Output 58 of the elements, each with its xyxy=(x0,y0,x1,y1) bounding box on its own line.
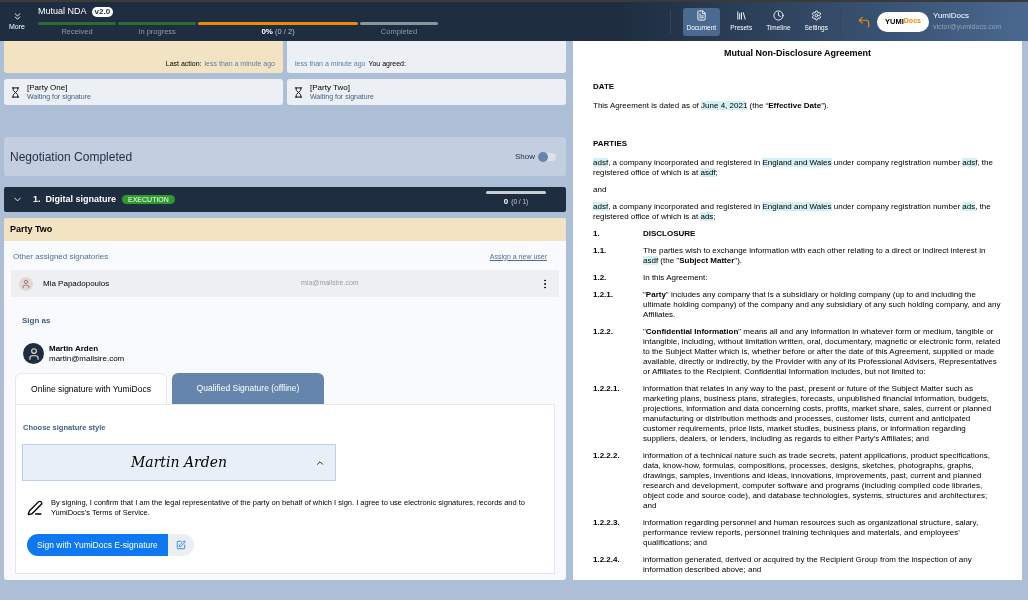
party-panel-title: Party Two xyxy=(10,222,53,236)
avatar-icon xyxy=(19,276,33,291)
hourglass-icon xyxy=(10,86,21,98)
clause-text: information that relates in any way to the past, present or future of the Subject Matter such as marketing plans, business plans, strategies, forecasts, unpublished financial information, budgets, projections, information and data concerning costs, profits, market share, sales, current or planned manufacturing or distribution methods and processes, customer lists, current and anticipated customer requirements, price lists, market studies, business plans, or information regarding suppliers, dealers, or lenders, including as regards to either Party's Affiliates; and xyxy=(643,383,993,444)
section-label: Other assigned signatories xyxy=(13,251,109,263)
clause-text: information regarding personnel and human resources such as organizational structure, salary, performance review reports, personnel training techniques and materials, and employees' qualifications; and xyxy=(643,517,980,548)
books-icon xyxy=(735,10,747,22)
signatory-name: Mia Papadopoulos xyxy=(43,277,111,290)
document-icon xyxy=(695,10,707,22)
show-toggle[interactable] xyxy=(538,152,556,161)
signature-tab[interactable]: Qualified Signature (offline) xyxy=(172,373,324,404)
signature-style-select[interactable]: Martin Arden xyxy=(22,444,336,482)
clause-text: information of a technical nature such as trade secrets, patent applications, product specifications, data, know-how, formulas, compositions, processes, designs, sketches, photographs, graphs, drawings, samples, inventions and ideas, innovations, improvements, past, current and planned research and development, computer software and programs (including compiled code libraries, object code and source code), and database technologies, systems, structures and architectures; and xyxy=(643,450,991,511)
document-title: Mutual NDA xyxy=(38,4,87,18)
signer-name: Martin Arden xyxy=(49,343,100,354)
party-name: [Party Two] xyxy=(310,83,351,92)
clock-icon xyxy=(772,10,784,22)
clause-text: The parties wish to exchange information with each other relating to a direct or indirect interest in asdf (the "Subject Matter"). xyxy=(643,245,987,266)
document-title: Mutual Non-Disclosure Agreement xyxy=(722,47,873,60)
clause-number: 1.2.1. xyxy=(593,289,614,301)
clause-text: DISCLOSURE xyxy=(643,228,696,239)
clause-number: 1. xyxy=(593,228,601,239)
section-heading: PARTIES xyxy=(593,137,629,150)
clause-number: 1.2.2.3. xyxy=(593,517,621,529)
party-name: [Party One] xyxy=(27,83,69,92)
sign-button[interactable]: Sign with YumiDocs E-signature xyxy=(27,534,168,557)
step-title: Digital signature xyxy=(45,192,117,206)
clause-text: information generated, derived or acquired by the Recipient Group from the inspection of any information described above; and xyxy=(643,554,973,575)
pen-signature-icon xyxy=(27,499,43,516)
clause-number: 1.2.2.4. xyxy=(593,554,621,566)
clause-text: "Confidential Information" means all and any information in whatever form or medium, tangible or intangible, including, without limitation written, oral, documentary, magnetic or electronic form, related to the Subject Matter which is, whether before or after the date of this Agreement, supplied or made available, directly or indirectly, by the Provider with any of its Professional Advisers, Representatives or Affiliates to the Recipient. Confidential Information includes, but not limited to: xyxy=(643,326,1002,377)
edit-icon xyxy=(175,540,186,551)
clause-text: "Party" includes any company that is a subsidiary or holding company (up to and including the ultimate holding company) of the company and any subsidiary of any such holding company, and any Affiliates. xyxy=(643,289,1002,320)
clause-number: 1.2.2.1. xyxy=(593,383,621,395)
document-paragraph: and xyxy=(593,184,608,195)
toggle-label: Show xyxy=(515,150,535,163)
version-badge: v2.0 xyxy=(91,6,114,17)
signature-tab[interactable]: Online signature with YumiDocs xyxy=(15,373,167,404)
clause-number: 1.1. xyxy=(593,245,608,257)
gear-icon xyxy=(810,10,822,22)
step-number: 1. xyxy=(33,192,41,206)
avatar-icon xyxy=(23,343,44,364)
hourglass-icon xyxy=(293,86,304,98)
document-paragraph: This Agreement is dated as of June 4, 2021 (the “Effective Date”). xyxy=(593,100,830,111)
user-name: YumiDocs xyxy=(933,10,970,23)
clause-text: In this Agreement: xyxy=(643,272,708,283)
section-heading: DATE xyxy=(593,80,616,93)
negotiation-title: Negotiation Completed xyxy=(10,148,133,166)
step-count: 0 xyxy=(503,196,509,208)
clause-number: 1.2.2. xyxy=(593,326,614,338)
signer-email: martin@mailsire.com xyxy=(49,353,125,364)
sign-as-label: Sign as xyxy=(22,315,52,327)
edit-signature-button[interactable] xyxy=(167,534,194,557)
clause-number: 1.2. xyxy=(593,272,608,283)
back-arrow-icon[interactable] xyxy=(857,14,871,29)
document-paragraph: adsf, a company incorporated and registered in England and Wales under company registration number ads, the registered office of which is at ads; xyxy=(593,201,992,222)
document-paragraph: adsf, a company incorporated and registered in England and Wales under company registration number adsf, the registered office of which is at asdf; xyxy=(593,157,994,178)
clause-number: 1.2.2.2. xyxy=(593,450,621,462)
